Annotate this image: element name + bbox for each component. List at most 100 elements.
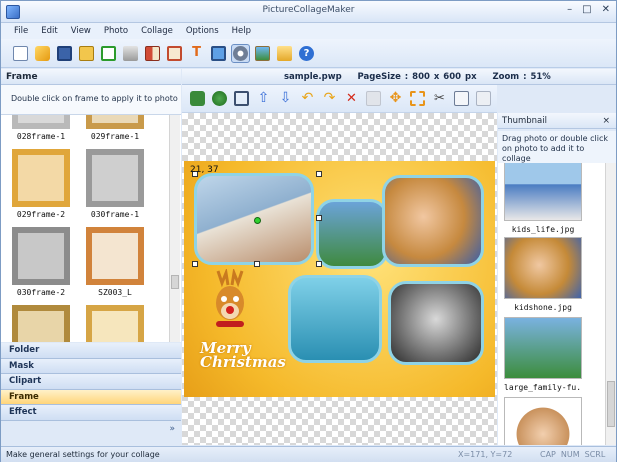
tab-clipart[interactable]: Clipart: [1, 374, 181, 390]
menu-photo[interactable]: Photo: [104, 23, 128, 39]
save-button[interactable]: [55, 44, 74, 63]
photo-kids-soccer-small[interactable]: [316, 199, 388, 269]
add-photo-button[interactable]: [188, 89, 207, 108]
selection-handle[interactable]: [254, 261, 260, 267]
thumbnail-item[interactable]: [504, 397, 582, 445]
copy-button[interactable]: [452, 89, 471, 108]
undo-button[interactable]: ↶: [298, 89, 317, 108]
scrollbar-thumb[interactable]: [171, 275, 179, 289]
help-button[interactable]: ?: [297, 44, 316, 63]
new-button[interactable]: [11, 44, 30, 63]
text-button[interactable]: T: [187, 44, 206, 63]
frame-hint: Double click on frame to apply it to pho…: [1, 85, 181, 115]
new-icon: [13, 45, 28, 61]
merry-christmas-text: Merry Christmas: [200, 341, 286, 370]
thumbnail-panel-title: Thumbnail: [502, 116, 547, 126]
settings-button[interactable]: [231, 43, 250, 63]
book-button[interactable]: [77, 44, 96, 63]
thumbnail-item[interactable]: kids_life.jpg: [504, 163, 582, 234]
bring-forward-icon: ⇧: [257, 90, 270, 106]
tab-mask[interactable]: Mask: [1, 358, 181, 374]
selection-handle[interactable]: [316, 171, 322, 177]
reindeer-clipart[interactable]: [206, 269, 254, 331]
crop-button[interactable]: [232, 89, 251, 108]
frame-item[interactable]: [85, 305, 145, 342]
frame-item[interactable]: 028frame-1: [11, 115, 71, 141]
collage-page[interactable]: Merry Christmas: [184, 161, 495, 397]
tree-button[interactable]: [210, 89, 229, 108]
app-window: PictureCollageMaker – □ ✕ File Edit View…: [0, 0, 617, 462]
monitor-button[interactable]: [209, 44, 228, 63]
photo-kids-lying[interactable]: [382, 175, 484, 267]
resize-button[interactable]: [408, 89, 427, 108]
menu-view[interactable]: View: [71, 23, 91, 39]
frame-item[interactable]: [11, 305, 71, 342]
photo-underwater-girl[interactable]: [288, 275, 382, 363]
thumbnail-item[interactable]: kidshone.jpg: [504, 237, 582, 312]
document-page-size: PageSize : 800 x 600 px: [357, 72, 477, 82]
frame-item[interactable]: 029frame-2: [11, 149, 71, 219]
menu-file[interactable]: File: [14, 23, 28, 39]
frame-thumb: [12, 227, 70, 285]
redo-icon: ↷: [323, 90, 336, 106]
selection-handle[interactable]: [316, 215, 322, 221]
thumbnail-list: kids_life.jpg kidshone.jpg large_family-…: [498, 163, 605, 445]
photo-girl-portrait[interactable]: [388, 281, 484, 365]
copy-icon: [454, 91, 469, 106]
thumbnail-close-button[interactable]: ×: [602, 113, 610, 129]
disabled-button[interactable]: [364, 89, 383, 108]
thumbnail-scrollbar[interactable]: [605, 163, 616, 445]
send-backward-button[interactable]: ⇩: [276, 89, 295, 108]
scrollbar-thumb[interactable]: [607, 381, 615, 427]
selection-handle[interactable]: [192, 261, 198, 267]
paste-button[interactable]: [474, 89, 493, 108]
minimize-button[interactable]: –: [567, 4, 572, 15]
open-button[interactable]: [33, 44, 52, 63]
thumbnail-label: kids_life.jpg: [511, 225, 575, 234]
grid-button[interactable]: [165, 44, 184, 63]
selection-handle[interactable]: [316, 261, 322, 267]
frame-item[interactable]: 030frame-2: [11, 227, 71, 297]
more-tabs-button[interactable]: »: [1, 420, 181, 437]
title-bar[interactable]: PictureCollageMaker – □ ✕: [1, 1, 616, 23]
frame-item[interactable]: 030frame-1: [85, 149, 145, 219]
frame-thumb: [12, 305, 70, 342]
frame-thumb: [12, 115, 70, 129]
close-button[interactable]: ✕: [602, 4, 610, 15]
menu-help[interactable]: Help: [232, 23, 251, 39]
frame-label: 030frame-1: [90, 210, 140, 219]
checkbox-button[interactable]: [99, 44, 118, 63]
panel-tabs: Folder Mask Clipart Frame Effect »: [1, 343, 181, 437]
frame-item[interactable]: 029frame-1: [85, 115, 145, 141]
tab-frame[interactable]: Frame: [1, 389, 181, 405]
thumbnail-image: [504, 397, 582, 445]
document-zoom: Zoom : 51%: [492, 72, 551, 82]
scissors-button[interactable]: ✂: [430, 89, 449, 108]
status-key-indicators: CAP NUM SCRL: [540, 447, 605, 462]
maximize-button[interactable]: □: [582, 4, 591, 15]
menu-edit[interactable]: Edit: [41, 23, 57, 39]
thumbnail-item[interactable]: large_family-fu...: [504, 317, 582, 392]
text-icon: T: [192, 44, 201, 60]
canvas-area[interactable]: Merry Christmas 21, 37: [182, 113, 497, 445]
menu-options[interactable]: Options: [186, 23, 219, 39]
rotation-handle[interactable]: [254, 217, 261, 224]
tab-effect[interactable]: Effect: [1, 405, 181, 421]
menu-collage[interactable]: Collage: [141, 23, 173, 39]
help-icon: ?: [299, 45, 314, 61]
layout-button[interactable]: [143, 44, 162, 63]
delete-button[interactable]: ✕: [342, 89, 361, 108]
frame-item[interactable]: SZ003_L: [85, 227, 145, 297]
picture-button[interactable]: [253, 44, 272, 63]
redo-button[interactable]: ↷: [320, 89, 339, 108]
move-button[interactable]: ✥: [386, 89, 405, 108]
book-icon: [79, 45, 94, 61]
frame-gallery-scrollbar[interactable]: [169, 115, 180, 342]
bring-forward-button[interactable]: ⇧: [254, 89, 273, 108]
delete-icon: ✕: [346, 91, 357, 106]
document-info-bar: sample.pwp PageSize : 800 x 600 px Zoom …: [182, 69, 616, 85]
tab-folder[interactable]: Folder: [1, 343, 181, 359]
print-button[interactable]: [121, 44, 140, 63]
folder-button[interactable]: [275, 44, 294, 63]
open-icon: [35, 45, 50, 61]
